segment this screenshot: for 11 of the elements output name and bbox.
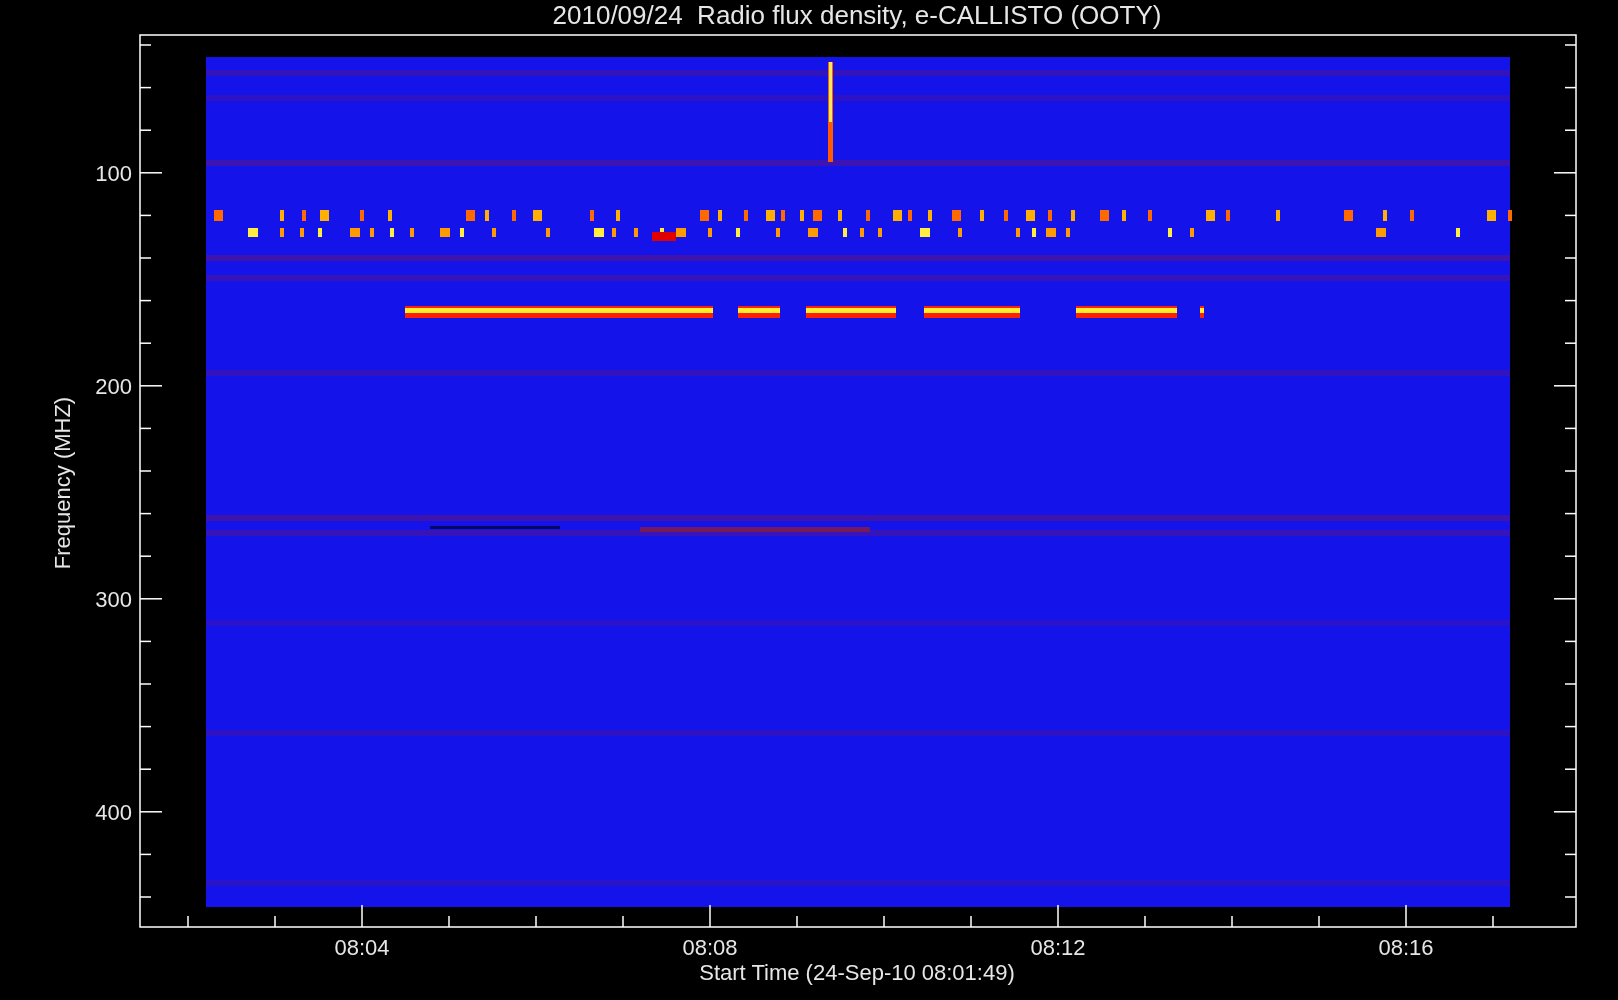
tick-label: 100 bbox=[95, 161, 132, 186]
axis-title: Start Time (24-Sep-10 08:01:49) bbox=[699, 960, 1015, 985]
tick-label: 08:16 bbox=[1378, 935, 1434, 960]
tick-label: 08:04 bbox=[334, 935, 390, 960]
tick-label: 08:12 bbox=[1030, 935, 1086, 960]
tick-label: 08:08 bbox=[682, 935, 738, 960]
tick-label: 200 bbox=[95, 374, 132, 399]
tick-label: 400 bbox=[95, 800, 132, 825]
tick-label: 300 bbox=[95, 587, 132, 612]
axis-title: Frequency (MHZ) bbox=[50, 396, 75, 570]
chart-title: 2010/09/24 Radio flux density, e-CALLISTO (OOTY) bbox=[552, 0, 1162, 30]
